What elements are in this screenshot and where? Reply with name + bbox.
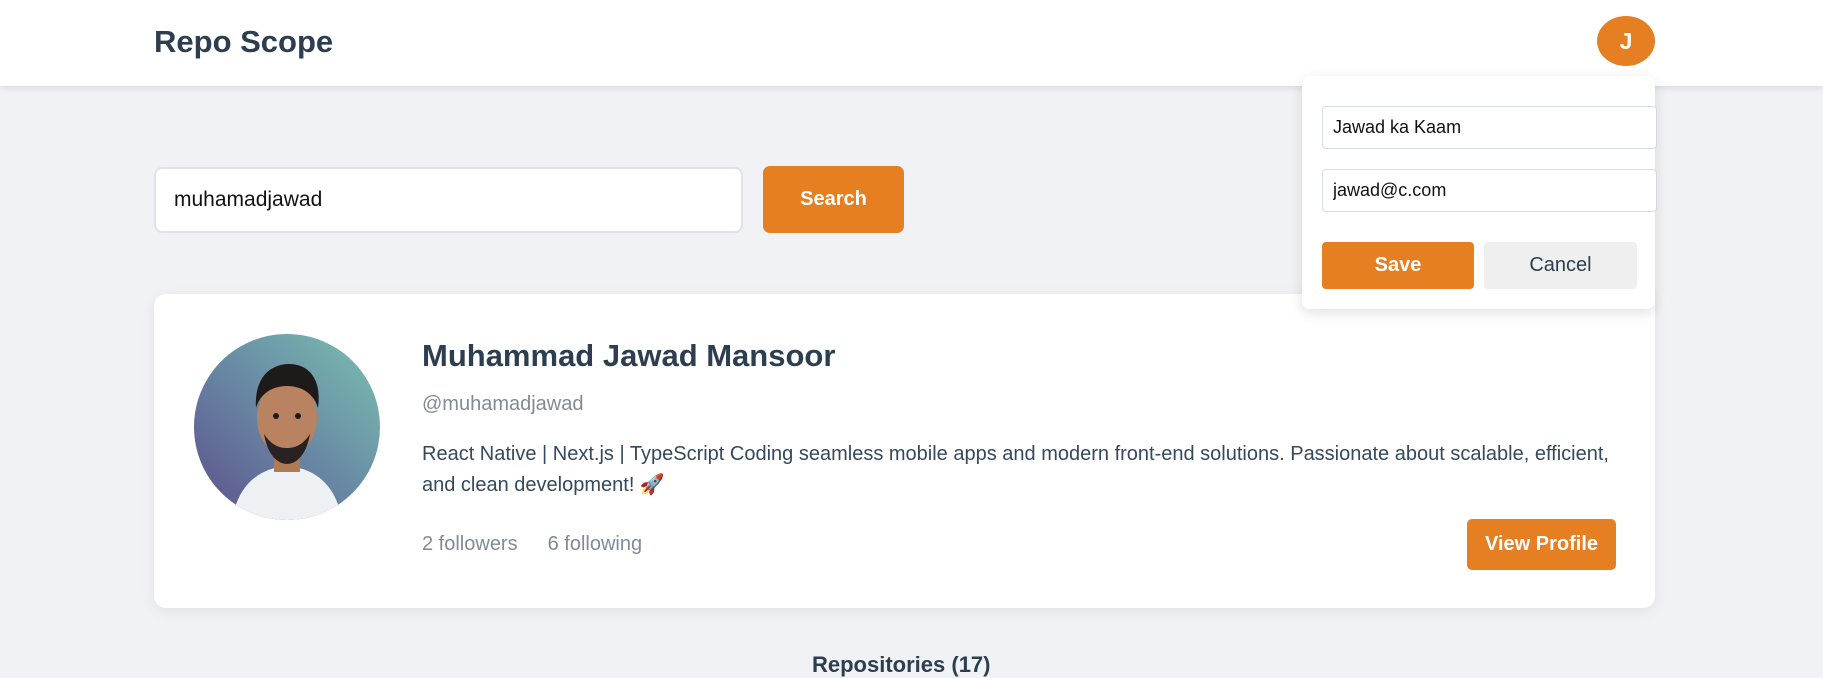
search-input[interactable] [154,167,743,233]
profile-handle: @muhamadjawad [422,393,584,415]
profile-name: Muhammad Jawad Mansoor [422,338,836,373]
repositories-heading: Repositories (17) [812,652,991,677]
cancel-button[interactable]: Cancel [1484,242,1637,289]
followers-count: 2 followers [422,533,518,555]
user-name-field[interactable] [1322,106,1657,149]
view-profile-button[interactable]: View Profile [1467,519,1616,570]
profile-photo-illustration [194,334,380,520]
user-avatar-button[interactable]: J [1597,16,1655,66]
edit-user-popover: Save Cancel [1302,76,1657,309]
profile-stats: 2 followers 6 following [422,533,642,556]
brand-title[interactable]: Repo Scope [154,24,333,60]
search-button[interactable]: Search [763,166,904,233]
user-email-field[interactable] [1322,169,1657,212]
profile-bio: React Native | Next.js | TypeScript Codi… [422,443,1609,496]
profile-avatar [194,334,380,520]
following-count: 6 following [547,533,643,555]
top-navbar: Repo Scope J [0,0,1823,86]
save-button[interactable]: Save [1322,242,1474,289]
profile-card: Muhammad Jawad Mansoor @muhamadjawad Rea… [154,294,1655,608]
